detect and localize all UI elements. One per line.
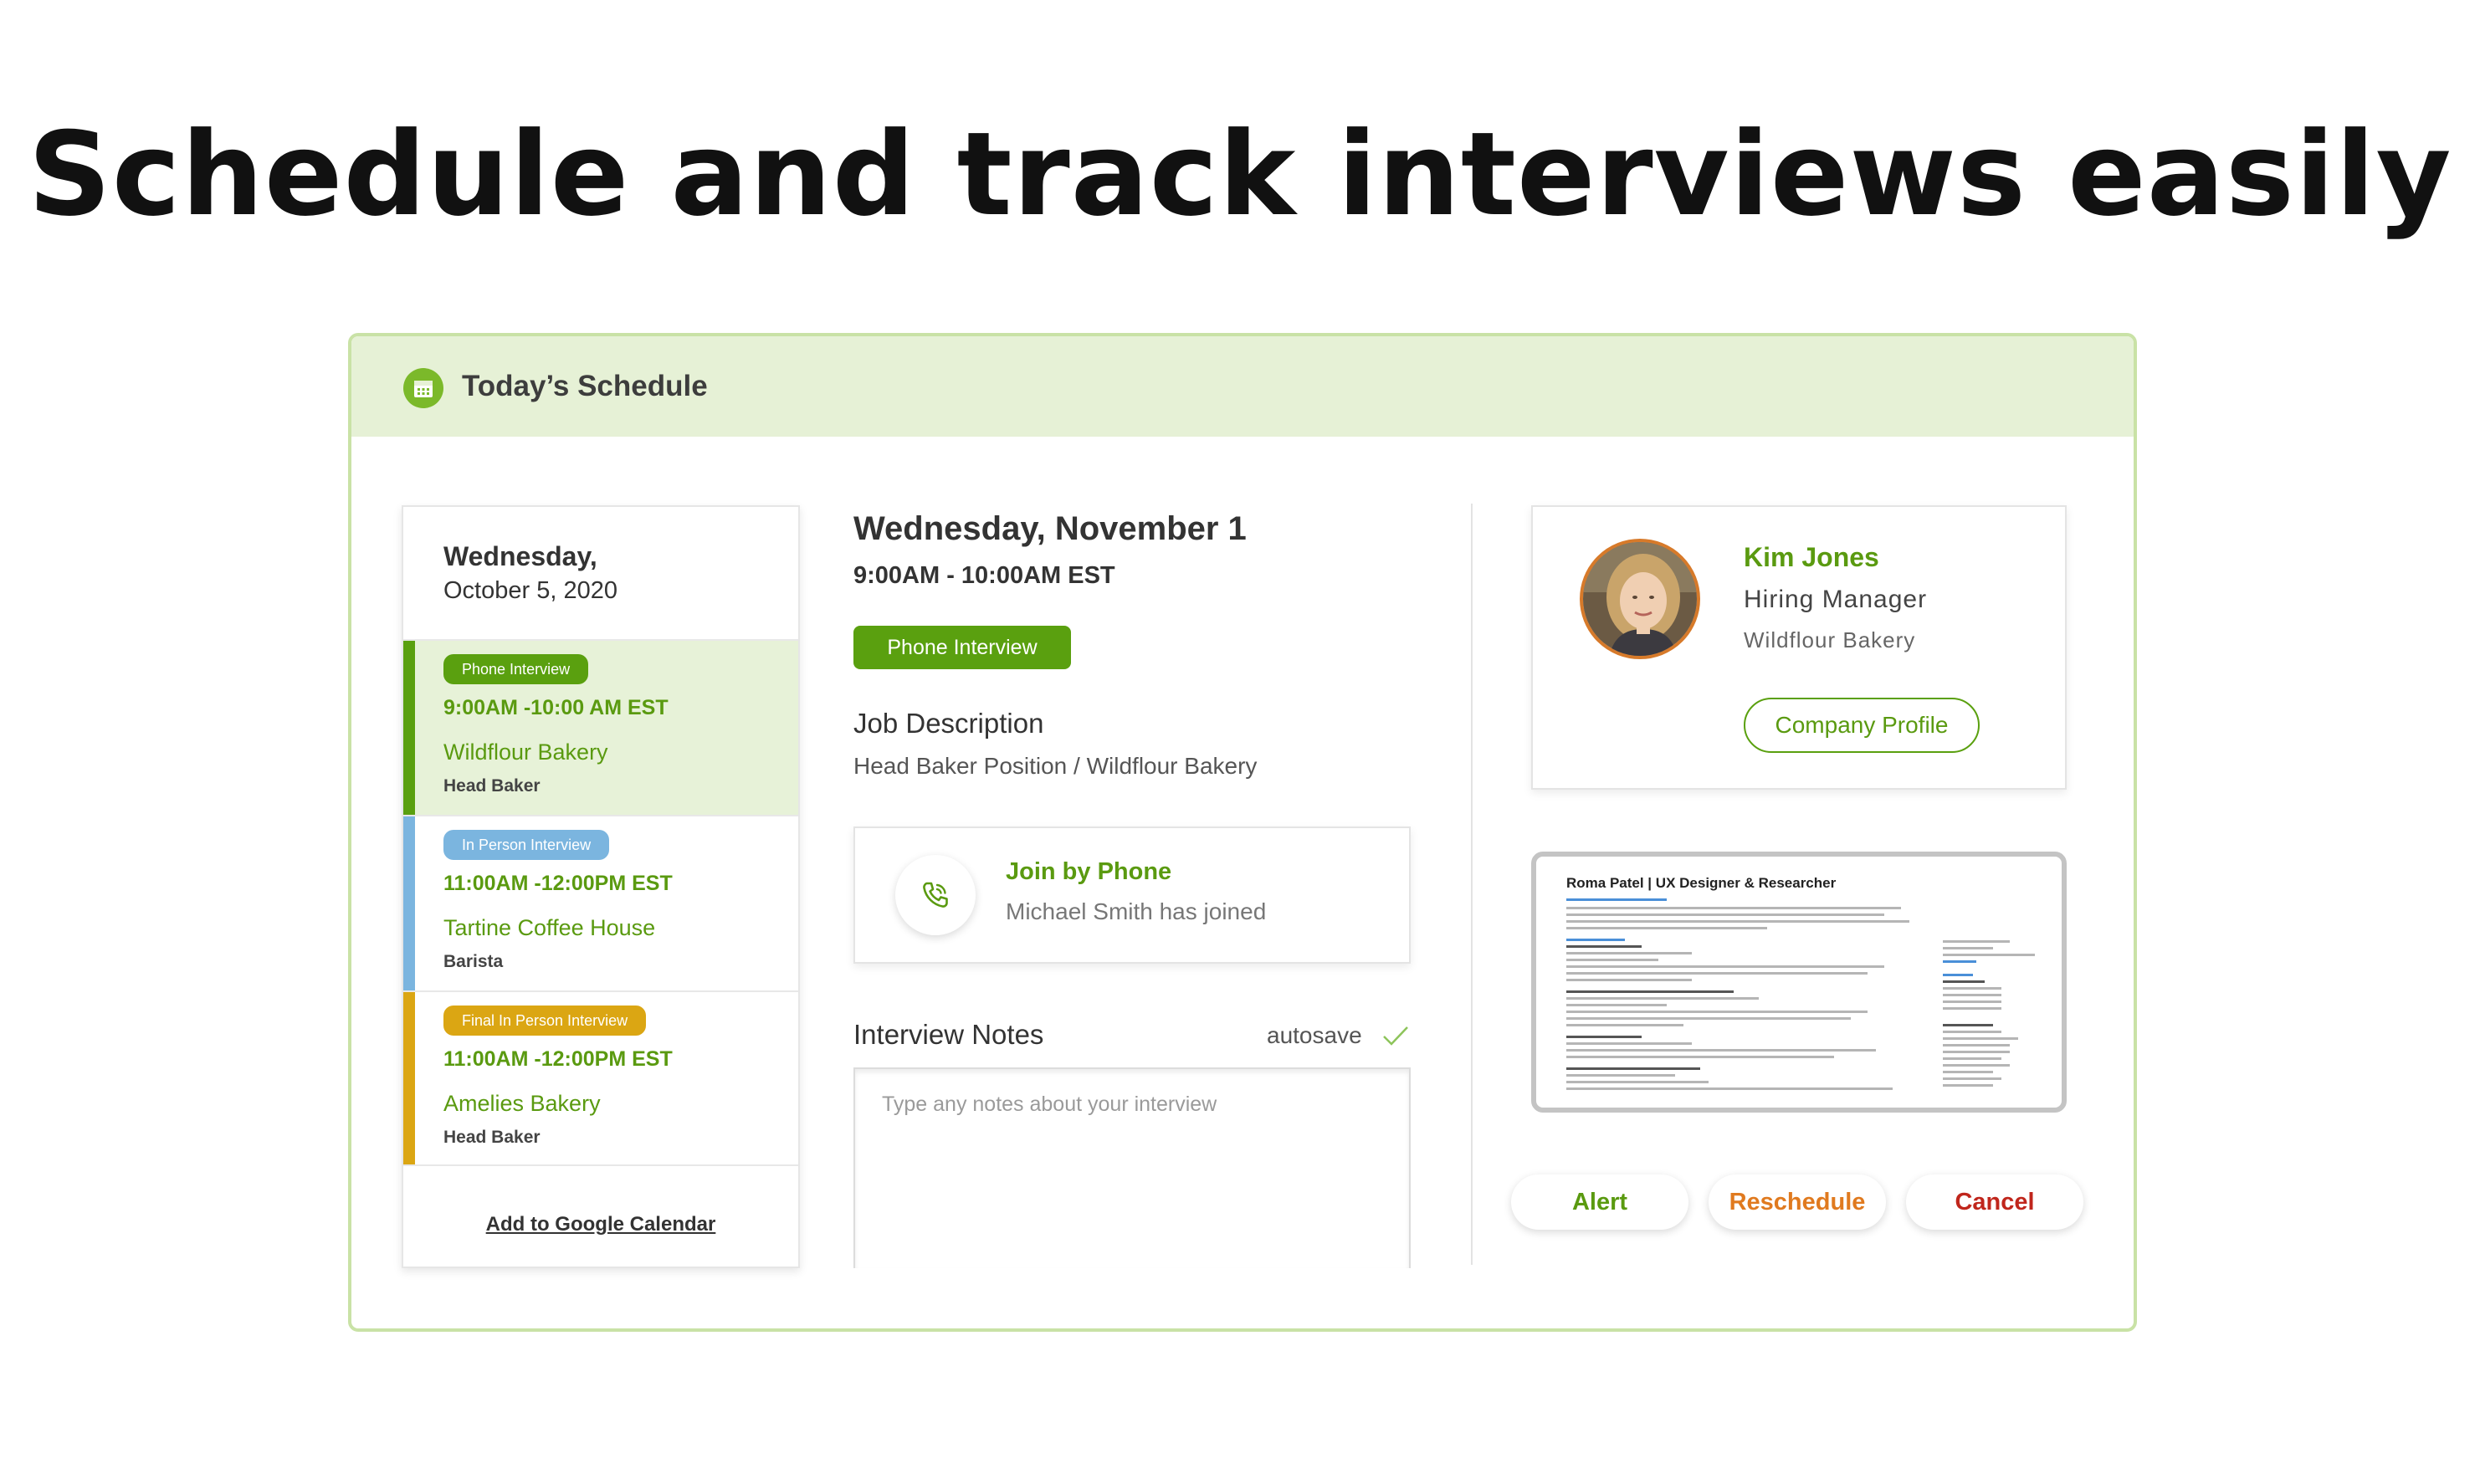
reschedule-button[interactable]: Reschedule bbox=[1709, 1174, 1886, 1230]
interview-type-button[interactable]: Phone Interview bbox=[853, 626, 1071, 669]
slot-time: 11:00AM -12:00PM EST bbox=[443, 1047, 673, 1071]
resume-preview[interactable]: Roma Patel | UX Designer & Researcher bbox=[1531, 852, 2067, 1113]
panel-header: Today’s Schedule bbox=[351, 336, 2134, 437]
slot-role: Head Baker bbox=[443, 776, 541, 796]
resume-title: Roma Patel | UX Designer & Researcher bbox=[1566, 875, 1837, 891]
join-by-phone-card[interactable]: Join by Phone Michael Smith has joined bbox=[853, 826, 1411, 964]
slot-role: Head Baker bbox=[443, 1128, 541, 1147]
cancel-button[interactable]: Cancel bbox=[1906, 1174, 2083, 1230]
autosave-label: autosave bbox=[1267, 1022, 1362, 1048]
interview-date: Wednesday, November 1 bbox=[853, 510, 1247, 547]
contact-title: Hiring Manager bbox=[1744, 586, 1928, 613]
schedule-slot[interactable]: Final In Person Interview 11:00AM -12:00… bbox=[403, 990, 798, 1166]
join-status: Michael Smith has joined bbox=[1006, 898, 1267, 924]
slot-color-bar bbox=[403, 816, 415, 990]
avatar bbox=[1580, 539, 1700, 659]
hero-title: Schedule and track interviews easily bbox=[28, 107, 2452, 242]
interview-notes-label: Interview Notes bbox=[853, 1019, 1044, 1050]
check-icon bbox=[1381, 1024, 1411, 1052]
schedule-slot[interactable]: In Person Interview 11:00AM -12:00PM EST… bbox=[403, 815, 798, 990]
add-to-google-calendar-link[interactable]: Add to Google Calendar bbox=[403, 1213, 798, 1236]
schedule-panel: Today’s Schedule Wednesday, October 5, 2… bbox=[348, 333, 2137, 1332]
day-heading: Wednesday, October 5, 2020 bbox=[443, 539, 617, 607]
contact-card: Kim Jones Hiring Manager Wildflour Baker… bbox=[1531, 505, 2067, 790]
interview-time: 9:00AM - 10:00AM EST bbox=[853, 562, 1115, 589]
panel-title: Today’s Schedule bbox=[462, 370, 708, 402]
phone-call-icon[interactable] bbox=[895, 855, 976, 935]
slot-type-badge: Phone Interview bbox=[443, 654, 589, 684]
slot-time: 11:00AM -12:00PM EST bbox=[443, 872, 673, 895]
company-profile-button[interactable]: Company Profile bbox=[1744, 698, 1980, 753]
job-description-label: Job Description bbox=[853, 708, 1044, 739]
contact-name: Kim Jones bbox=[1744, 542, 1879, 572]
slot-color-bar bbox=[403, 641, 415, 815]
day-weekday: Wednesday, bbox=[443, 541, 597, 571]
day-date: October 5, 2020 bbox=[443, 577, 617, 604]
slot-company: Amelies Bakery bbox=[443, 1091, 601, 1116]
interview-notes-input[interactable]: Type any notes about your interview bbox=[853, 1067, 1411, 1268]
slot-company: Tartine Coffee House bbox=[443, 915, 656, 940]
day-schedule-card: Wednesday, October 5, 2020 Phone Intervi… bbox=[402, 505, 800, 1268]
slot-role: Barista bbox=[443, 952, 504, 971]
job-description-text: Head Baker Position / Wildflour Bakery bbox=[853, 753, 1258, 779]
calendar-icon bbox=[403, 368, 443, 408]
slot-color-bar bbox=[403, 992, 415, 1164]
column-divider bbox=[1471, 504, 1473, 1265]
alert-button[interactable]: Alert bbox=[1511, 1174, 1688, 1230]
schedule-slot[interactable]: Phone Interview 9:00AM -10:00 AM EST Wil… bbox=[403, 639, 798, 815]
slot-type-badge: Final In Person Interview bbox=[443, 1006, 647, 1036]
notes-placeholder: Type any notes about your interview bbox=[882, 1093, 1217, 1116]
join-title: Join by Phone bbox=[1006, 858, 1172, 885]
slot-type-badge: In Person Interview bbox=[443, 830, 610, 860]
slot-time: 9:00AM -10:00 AM EST bbox=[443, 696, 669, 719]
slot-company: Wildflour Bakery bbox=[443, 739, 608, 765]
contact-company: Wildflour Bakery bbox=[1744, 627, 1916, 652]
